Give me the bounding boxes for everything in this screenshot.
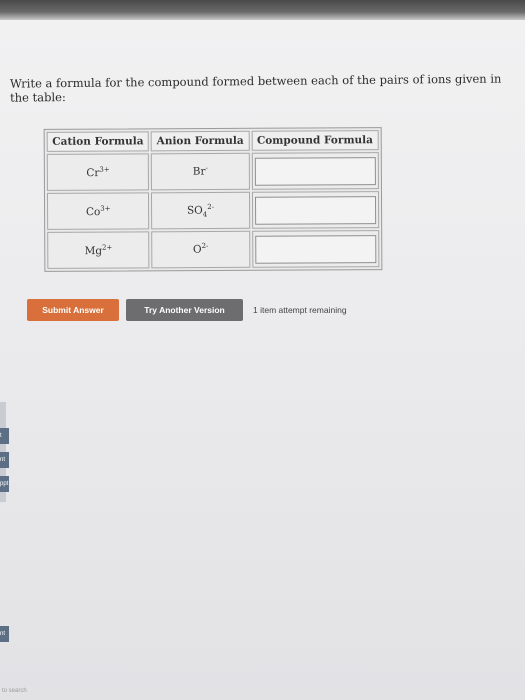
sidebar-tab[interactable]: ppt xyxy=(0,476,9,492)
attempts-remaining: 1 item attempt remaining xyxy=(253,305,347,315)
sidebar-tab[interactable]: t xyxy=(0,428,9,444)
window-top-edge xyxy=(0,0,525,20)
taskbar-search-text[interactable]: to search xyxy=(2,688,27,694)
compound-input[interactable] xyxy=(254,195,377,225)
table-row: Mg2+ O2- xyxy=(47,230,380,269)
anion-cell: SO42- xyxy=(151,191,250,230)
compound-cell xyxy=(251,191,380,229)
table-row: Cr3+ Br- xyxy=(46,152,379,191)
anion-cell: O2- xyxy=(151,230,250,269)
anion-cell: Br- xyxy=(151,152,250,191)
cation-cell: Mg2+ xyxy=(47,231,150,269)
cation-cell: Co3+ xyxy=(46,192,150,230)
compound-input[interactable] xyxy=(254,234,377,264)
header-anion: Anion Formula xyxy=(151,130,250,152)
compound-cell xyxy=(251,230,380,268)
sidebar-tab[interactable]: nt xyxy=(0,452,9,468)
sidebar-tab[interactable]: nt xyxy=(0,626,9,642)
submit-answer-button[interactable]: Submit Answer xyxy=(27,299,119,321)
cation-cell: Cr3+ xyxy=(46,153,150,191)
ions-table: Cation Formula Anion Formula Compound Fo… xyxy=(43,127,383,272)
page-content xyxy=(0,20,525,700)
header-compound: Compound Formula xyxy=(251,130,379,151)
compound-input[interactable] xyxy=(254,156,376,186)
table-row: Co3+ SO42- xyxy=(46,191,380,230)
ions-table-wrapper: Cation Formula Anion Formula Compound Fo… xyxy=(43,127,383,272)
compound-cell xyxy=(251,152,379,190)
try-another-version-button[interactable]: Try Another Version xyxy=(126,299,243,321)
header-cation: Cation Formula xyxy=(46,131,150,152)
question-text: Write a formula for the compound formed … xyxy=(9,71,502,105)
